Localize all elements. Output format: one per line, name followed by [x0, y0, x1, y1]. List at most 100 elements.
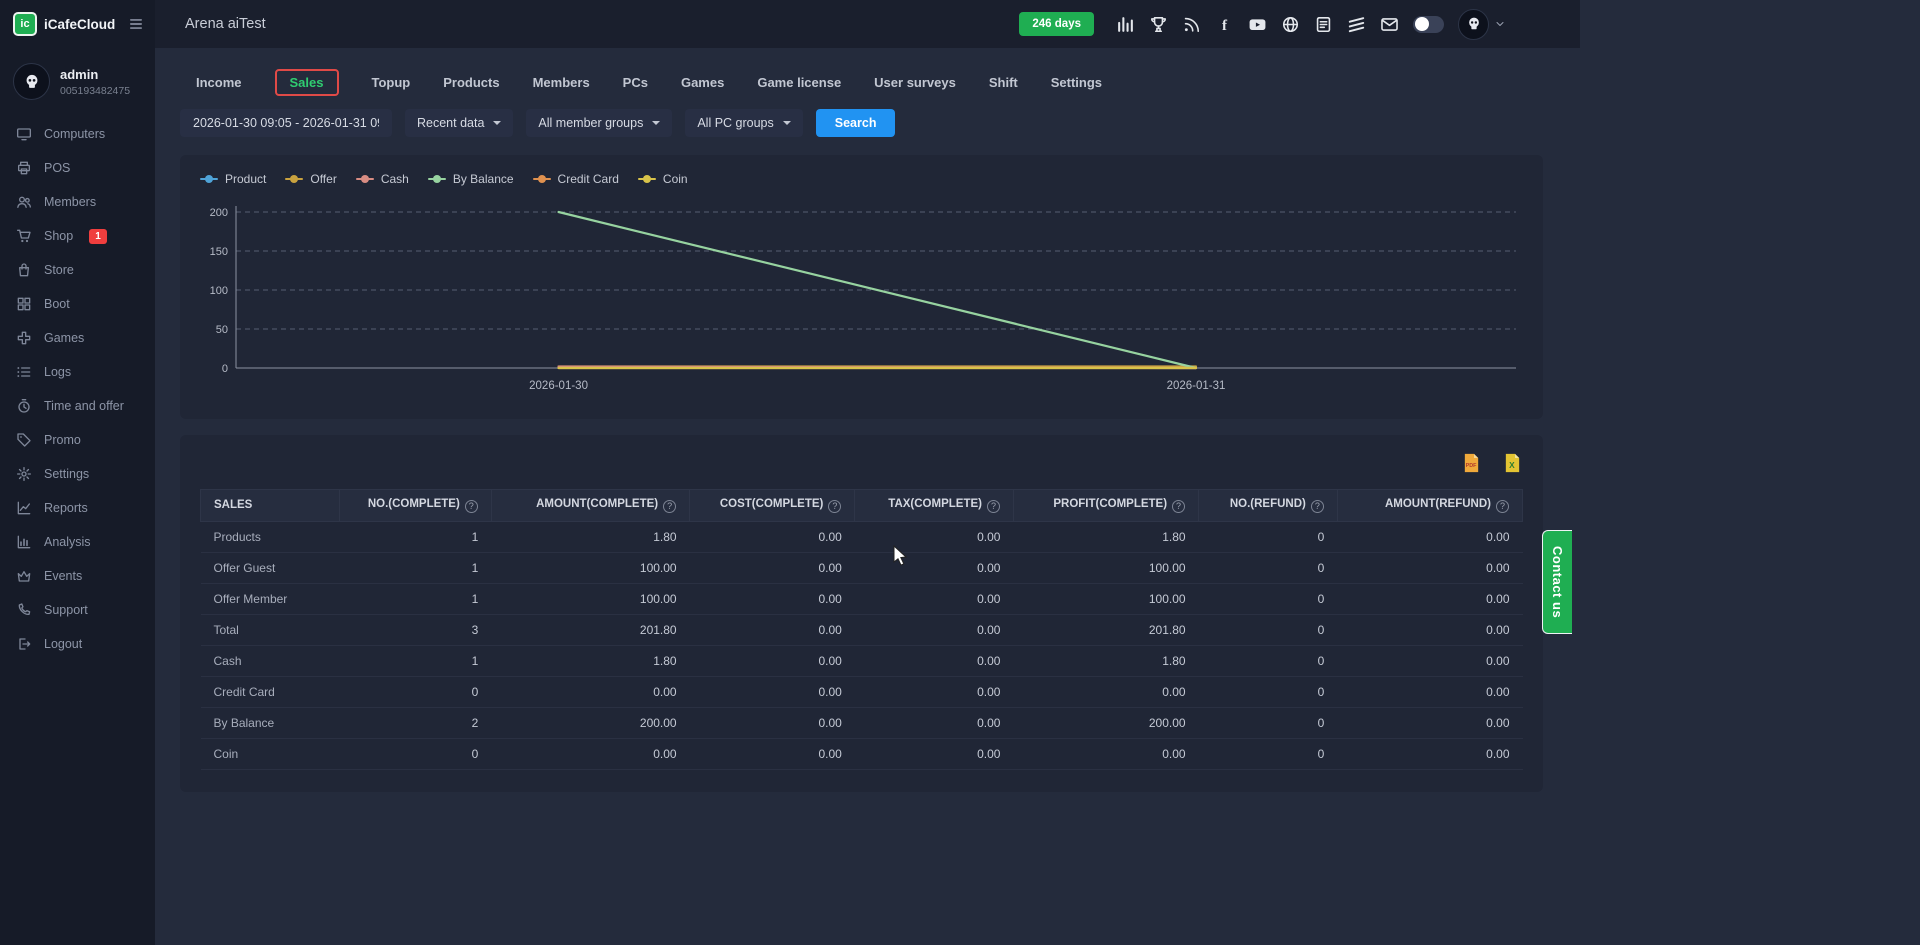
contact-us-button[interactable]: Contact us — [1542, 530, 1572, 634]
legend-item-offer[interactable]: Offer — [285, 172, 336, 186]
legend-marker — [428, 178, 446, 180]
sidebar-item-settings[interactable]: Settings — [0, 457, 155, 491]
svg-text:PDF: PDF — [1466, 463, 1478, 469]
sidebar-item-label: Reports — [44, 501, 88, 515]
table-cell: 100.00 — [491, 552, 689, 583]
pdf-export-icon[interactable]: PDF — [1463, 453, 1480, 473]
sidebar-item-shop[interactable]: Shop1 — [0, 219, 155, 253]
tab-shift[interactable]: Shift — [989, 75, 1018, 90]
brand-name: iCafeCloud — [44, 17, 115, 32]
sidebar-item-games[interactable]: Games — [0, 321, 155, 355]
sidebar-item-support[interactable]: Support — [0, 593, 155, 627]
sidebar-item-reports[interactable]: Reports — [0, 491, 155, 525]
sidebar-item-store[interactable]: Store — [0, 253, 155, 287]
tab-topup[interactable]: Topup — [372, 75, 411, 90]
help-icon[interactable]: ? — [828, 500, 841, 513]
sidebar-item-label: Store — [44, 263, 74, 277]
license-days-button[interactable]: 246 days — [1019, 12, 1094, 36]
table-row: Coin00.000.000.000.0000.00 — [201, 738, 1523, 769]
table-cell: 0 — [1199, 676, 1338, 707]
help-icon[interactable]: ? — [663, 500, 676, 513]
facebook-icon[interactable]: f — [1215, 15, 1234, 34]
caret-down-icon — [652, 121, 660, 125]
legend-item-cash[interactable]: Cash — [356, 172, 409, 186]
tab-pcs[interactable]: PCs — [623, 75, 648, 90]
table-cell: 2 — [339, 707, 491, 738]
column-header: SALES — [201, 490, 340, 522]
table-cell: 0 — [1199, 645, 1338, 676]
globe-icon[interactable] — [1281, 15, 1300, 34]
excel-export-icon[interactable]: X — [1504, 453, 1521, 473]
table-cell: 0.00 — [855, 583, 1014, 614]
sidebar-item-members[interactable]: Members — [0, 185, 155, 219]
pc-groups-select[interactable]: All PC groups — [685, 109, 802, 137]
help-icon[interactable]: ? — [1496, 500, 1509, 513]
legend-label: Coin — [663, 172, 688, 186]
tab-income[interactable]: Income — [196, 75, 242, 90]
date-range-input[interactable] — [180, 109, 392, 137]
sidebar-item-promo[interactable]: Promo — [0, 423, 155, 457]
legend-item-coin[interactable]: Coin — [638, 172, 688, 186]
column-header: AMOUNT(COMPLETE)? — [491, 490, 689, 522]
recent-data-select[interactable]: Recent data — [405, 109, 513, 137]
table-row: Offer Guest1100.000.000.00100.0000.00 — [201, 552, 1523, 583]
table-cell: 1.80 — [1013, 521, 1198, 552]
help-icon[interactable]: ? — [1311, 500, 1324, 513]
table-cell: 0.00 — [690, 552, 855, 583]
youtube-icon[interactable] — [1248, 15, 1267, 34]
tab-members[interactable]: Members — [533, 75, 590, 90]
tab-settings[interactable]: Settings — [1051, 75, 1102, 90]
help-icon[interactable]: ? — [987, 500, 1000, 513]
search-button[interactable]: Search — [816, 109, 896, 137]
svg-text:50: 50 — [216, 324, 228, 336]
table-row: Cash11.800.000.001.8000.00 — [201, 645, 1523, 676]
table-cell: 1.80 — [491, 645, 689, 676]
profile-menu[interactable] — [1458, 9, 1506, 40]
sidebar-item-pos[interactable]: POS — [0, 151, 155, 185]
help-icon[interactable]: ? — [465, 500, 478, 513]
rss-icon[interactable] — [1182, 15, 1201, 34]
sidebar-header: ic iCafeCloud — [0, 0, 155, 48]
legend-label: Product — [225, 172, 266, 186]
pages-icon[interactable] — [1314, 15, 1333, 34]
sidebar-item-analysis[interactable]: Analysis — [0, 525, 155, 559]
sidebar-item-computers[interactable]: Computers — [0, 117, 155, 151]
legend-marker — [533, 178, 551, 180]
tab-sales[interactable]: Sales — [275, 69, 339, 96]
svg-text:100: 100 — [210, 285, 228, 297]
tab-games[interactable]: Games — [681, 75, 724, 90]
help-icon[interactable]: ? — [1172, 500, 1185, 513]
table-cell: 0.00 — [855, 738, 1014, 769]
table-cell: 0.00 — [855, 552, 1014, 583]
layers-icon[interactable] — [1347, 15, 1366, 34]
shop-icon — [16, 228, 32, 244]
member-groups-select[interactable]: All member groups — [526, 109, 672, 137]
legend-marker — [200, 178, 218, 180]
trophy-icon[interactable] — [1149, 15, 1168, 34]
sidebar-item-time-and-offer[interactable]: Time and offer — [0, 389, 155, 423]
legend-marker — [638, 178, 656, 180]
sidebar-item-events[interactable]: Events — [0, 559, 155, 593]
legend-label: By Balance — [453, 172, 514, 186]
stats-icon[interactable] — [1116, 15, 1135, 34]
legend-item-product[interactable]: Product — [200, 172, 266, 186]
tab-user-surveys[interactable]: User surveys — [874, 75, 956, 90]
legend-item-credit-card[interactable]: Credit Card — [533, 172, 619, 186]
sidebar-item-logs[interactable]: Logs — [0, 355, 155, 389]
caret-down-icon — [493, 121, 501, 125]
pc-groups-select-value: All PC groups — [697, 116, 773, 130]
tab-game-license[interactable]: Game license — [757, 75, 841, 90]
sidebar-item-boot[interactable]: Boot — [0, 287, 155, 321]
legend-item-by-balance[interactable]: By Balance — [428, 172, 514, 186]
theme-toggle[interactable] — [1413, 16, 1444, 33]
tab-products[interactable]: Products — [443, 75, 499, 90]
sidebar-item-logout[interactable]: Logout — [0, 627, 155, 661]
table-cell: 0 — [1199, 552, 1338, 583]
page-title: Arena aiTest — [185, 16, 266, 32]
mail-icon[interactable] — [1380, 15, 1399, 34]
hamburger-menu-icon[interactable] — [128, 17, 144, 31]
sidebar-item-label: Settings — [44, 467, 89, 481]
table-cell: 1 — [339, 645, 491, 676]
logout-icon — [16, 636, 32, 652]
settings-icon — [16, 466, 32, 482]
